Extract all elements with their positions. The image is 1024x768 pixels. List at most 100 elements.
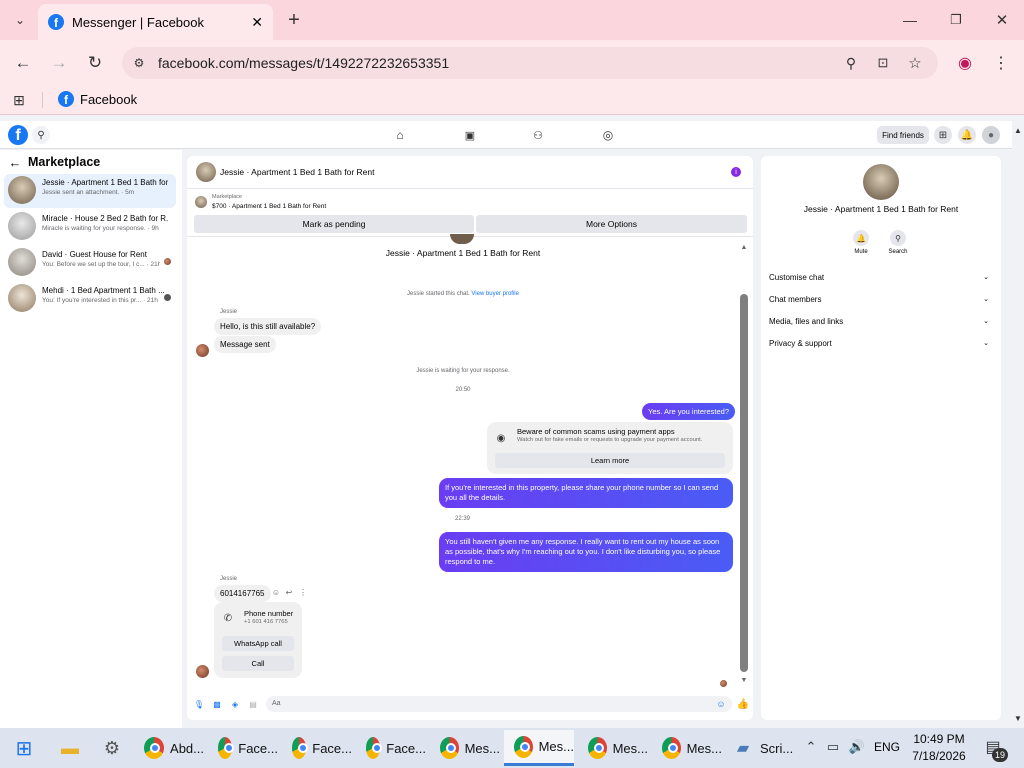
reply-icon[interactable]: ↩ — [284, 587, 294, 597]
site-info-icon[interactable]: ⚙ — [130, 54, 148, 72]
microphone-icon[interactable]: 🎙 — [194, 699, 204, 709]
message-incoming[interactable]: Message sent — [214, 336, 276, 353]
back-arrow-icon[interactable]: ← — [8, 155, 22, 170]
forward-icon[interactable]: → — [48, 52, 70, 74]
close-window-icon[interactable]: ✕ — [990, 8, 1014, 32]
info-title: Jessie · Apartment 1 Bed 1 Bath for Rent — [803, 204, 959, 214]
bookmark-label: Facebook — [80, 91, 138, 107]
sticker-icon[interactable]: ◈ — [230, 699, 240, 709]
search-icon[interactable]: ⚲ — [32, 126, 50, 144]
clock-time[interactable]: 10:49 PM — [910, 732, 968, 746]
back-icon[interactable]: ← — [12, 52, 34, 74]
taskbar-item[interactable]: Mes... — [652, 730, 722, 766]
scroll-up-icon[interactable]: ▲ — [739, 242, 749, 252]
whatsapp-call-button[interactable]: WhatsApp call — [222, 636, 294, 651]
chrome-menu-icon[interactable]: ⋮ — [990, 52, 1012, 74]
thumbs-up-icon[interactable]: 👍 — [737, 698, 749, 710]
sender-avatar[interactable] — [196, 344, 209, 357]
account-avatar-icon[interactable]: ● — [982, 126, 1000, 144]
more-actions-icon[interactable]: ⋮ — [298, 587, 308, 597]
find-friends-button[interactable]: Find friends — [877, 126, 929, 144]
mark-as-pending-button[interactable]: Mark as pending — [194, 215, 474, 233]
volume-icon[interactable]: 🔊 — [848, 738, 866, 756]
message-outgoing[interactable]: You still haven't given me any response.… — [439, 532, 733, 572]
search-icon[interactable]: ⚲ — [890, 230, 906, 246]
gaming-icon[interactable]: ◎ — [600, 127, 616, 143]
message-incoming[interactable]: 6014167765 — [214, 585, 271, 602]
taskbar-label: Mes... — [612, 740, 648, 756]
omnibox[interactable]: ⚙ facebook.com/messages/t/14922722326533… — [122, 47, 938, 79]
call-button[interactable]: Call — [222, 656, 294, 671]
conversation-item[interactable]: Jessie · Apartment 1 Bed 1 Bath for... J… — [4, 174, 176, 208]
page-scroll-up-icon[interactable]: ▲ — [1012, 124, 1024, 136]
taskbar-item[interactable]: ▰ Scri... — [726, 730, 796, 766]
windows-start-icon[interactable]: ⊞ — [12, 736, 36, 760]
privacy-support-row[interactable]: Privacy & support ⌄ — [769, 339, 997, 348]
tray-chevron-up-icon[interactable]: ⌃ — [802, 738, 820, 756]
listing-photo-partial — [450, 234, 474, 244]
chat-scrollbar[interactable]: ▲ ▼ — [739, 242, 749, 688]
more-options-button[interactable]: More Options — [476, 215, 747, 233]
message-outgoing[interactable]: If you're interested in this property, p… — [439, 478, 733, 508]
info-icon[interactable]: i — [731, 167, 741, 177]
view-buyer-profile-link[interactable]: View buyer profile — [471, 291, 519, 297]
reload-icon[interactable]: ↻ — [84, 52, 106, 74]
clock-date[interactable]: 7/18/2026 — [910, 749, 968, 763]
scrollbar-thumb[interactable] — [740, 294, 748, 672]
photo-icon[interactable]: ▩ — [212, 699, 222, 709]
chat-avatar[interactable] — [196, 162, 216, 182]
media-files-links-row[interactable]: Media, files and links ⌄ — [769, 317, 997, 326]
install-app-icon[interactable]: ⊡ — [874, 54, 892, 72]
search-label: Search — [888, 249, 908, 255]
facebook-logo-icon[interactable]: f — [8, 125, 28, 145]
taskbar-item[interactable]: Mes... — [578, 730, 648, 766]
apps-grid-icon[interactable]: ⊞ — [10, 91, 28, 109]
bookmark-facebook[interactable]: f Facebook — [58, 91, 137, 107]
scroll-down-icon[interactable]: ▼ — [739, 675, 749, 685]
taskbar-item[interactable]: Abd... — [134, 730, 204, 766]
network-icon[interactable]: ▭ — [824, 738, 842, 756]
sidebar-title: Marketplace — [28, 155, 101, 169]
customise-chat-row[interactable]: Customise chat ⌄ — [769, 273, 997, 282]
gif-icon[interactable]: ▤ — [248, 699, 258, 709]
tab-messenger[interactable]: f Messenger | Facebook ✕ — [38, 4, 273, 40]
bookmark-star-icon[interactable]: ☆ — [906, 54, 924, 72]
profile-icon[interactable]: ◉ — [954, 52, 976, 74]
taskbar-item[interactable]: Face... — [208, 730, 278, 766]
listing-desc[interactable]: $700 · Apartment 1 Bed 1 Bath for Rent — [212, 203, 326, 210]
sender-avatar[interactable] — [196, 665, 209, 678]
taskbar-item[interactable]: Mes... — [430, 730, 500, 766]
minimize-icon[interactable]: — — [898, 8, 922, 32]
conversation-item[interactable]: Mehdi · 1 Bed Apartment 1 Bath ... You: … — [4, 282, 176, 316]
listing-avatar[interactable] — [863, 164, 899, 200]
menu-grid-icon[interactable]: ⊞ — [934, 126, 952, 144]
notifications-icon[interactable]: 🔔 — [958, 126, 976, 144]
file-explorer-icon[interactable]: ▬ — [58, 736, 82, 760]
listing-thumbnail — [8, 176, 36, 204]
tab-search-chevron-icon[interactable]: ⌄ — [8, 8, 32, 32]
settings-icon[interactable]: ⚙ — [100, 736, 124, 760]
message-incoming[interactable]: Hello, is this still available? — [214, 318, 322, 335]
react-emoji-icon[interactable]: ☺ — [271, 587, 281, 597]
taskbar-item[interactable]: Face... — [282, 730, 352, 766]
message-input[interactable]: Aa ☺ — [266, 696, 732, 712]
taskbar-item-active[interactable]: Mes... — [504, 730, 574, 766]
restore-icon[interactable]: ❐ — [944, 8, 968, 32]
new-tab-icon[interactable]: + — [282, 8, 306, 32]
home-icon[interactable]: ⌂ — [392, 127, 408, 143]
tab-close-icon[interactable]: ✕ — [251, 14, 263, 31]
zoom-icon[interactable]: ⚲ — [842, 54, 860, 72]
conversation-item[interactable]: Miracle · House 2 Bed 2 Bath for R... Mi… — [4, 210, 176, 244]
groups-icon[interactable]: ⚇ — [530, 127, 546, 143]
learn-more-button[interactable]: Learn more — [495, 453, 725, 468]
chat-members-row[interactable]: Chat members ⌄ — [769, 295, 997, 304]
language-indicator[interactable]: ENG — [874, 740, 900, 754]
message-outgoing[interactable]: Yes. Are you interested? — [642, 403, 736, 420]
video-icon[interactable]: ▣ — [462, 127, 478, 143]
mute-icon[interactable]: 🔔 — [853, 230, 869, 246]
conversation-item[interactable]: David · Guest House for Rent You: Before… — [4, 246, 176, 280]
taskbar-item[interactable]: Face... — [356, 730, 426, 766]
page-scroll-down-icon[interactable]: ▼ — [1012, 712, 1024, 724]
emoji-icon[interactable]: ☺ — [716, 699, 726, 709]
chat-header-title[interactable]: Jessie · Apartment 1 Bed 1 Bath for Rent — [220, 167, 375, 177]
